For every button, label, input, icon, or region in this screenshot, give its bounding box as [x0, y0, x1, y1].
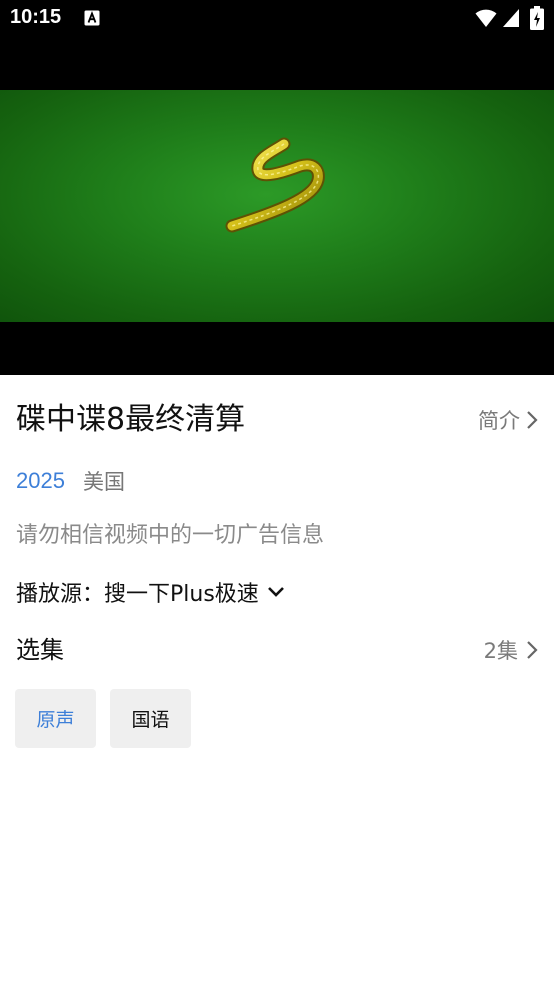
cellular-signal-icon: [503, 9, 519, 27]
episode-chip-original[interactable]: 原声: [15, 689, 96, 748]
ribbon-logo-icon: [225, 137, 325, 233]
episodes-count: 2集: [483, 639, 518, 663]
episodes-count-button[interactable]: 2集: [484, 632, 538, 668]
release-year: 2025: [16, 468, 65, 493]
source-selector[interactable]: 播放源：搜一下Plus极速: [16, 575, 285, 609]
video-frame[interactable]: [0, 90, 554, 322]
chevron-right-icon: [527, 641, 538, 659]
status-bar: 10:15: [0, 0, 554, 36]
chevron-right-icon: [527, 411, 538, 429]
source-label: 播放源：搜一下Plus极速: [16, 582, 259, 607]
episodes-header: 选集 2集: [16, 632, 538, 668]
intro-button[interactable]: 简介: [478, 400, 538, 440]
region: 美国: [82, 470, 125, 494]
title-row: 碟中谍8最终清算 简介: [16, 400, 538, 440]
meta-row: 2025 美国: [16, 465, 125, 497]
intro-label: 简介: [478, 409, 520, 433]
episodes-title: 选集: [16, 636, 64, 664]
episode-chip-mandarin[interactable]: 国语: [110, 689, 191, 748]
video-player[interactable]: [0, 36, 554, 375]
ad-warning: 请勿相信视频中的一切广告信息: [16, 523, 325, 548]
status-time: 10:15: [10, 6, 62, 28]
font-a-icon: [84, 10, 100, 26]
wifi-icon: [475, 9, 497, 27]
video-title: 碟中谍8最终清算: [16, 402, 246, 437]
chevron-down-icon: [267, 587, 284, 597]
battery-charging-icon: [530, 6, 544, 30]
